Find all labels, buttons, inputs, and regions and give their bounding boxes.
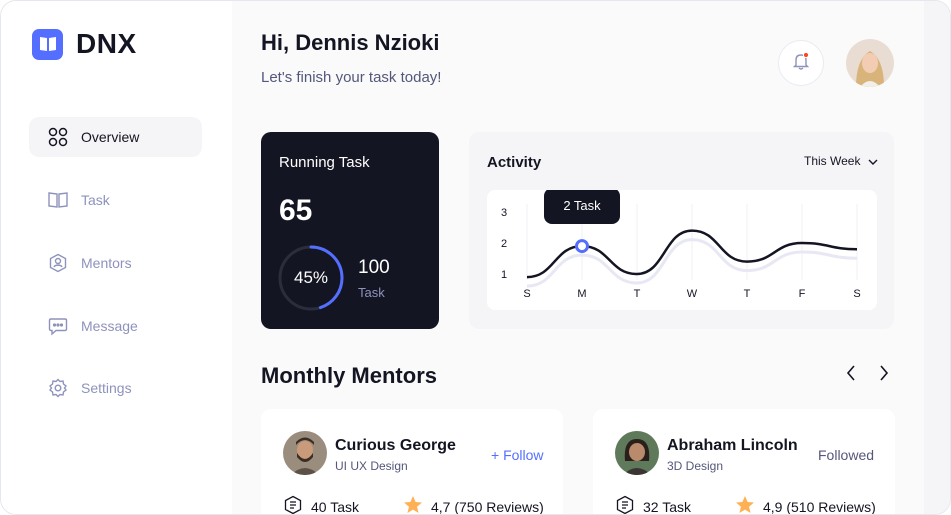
sidebar-item-label: Task xyxy=(81,192,110,208)
settings-icon xyxy=(47,377,69,399)
sidebar-item-label: Message xyxy=(81,318,138,334)
bell-icon xyxy=(791,51,811,76)
mentors-icon xyxy=(47,252,69,274)
mentor-name: Abraham Lincoln xyxy=(667,437,798,454)
y-tick-label: 3 xyxy=(501,207,507,219)
mentor-rating: 4,9 (510 Reviews) xyxy=(735,495,876,515)
x-tick-label: S xyxy=(853,288,860,300)
mentor-avatar xyxy=(283,431,327,475)
activity-card: Activity This Week 1 2 3 S M T W T F S 2 Task xyxy=(469,132,894,329)
greeting: Hi, Dennis Nzioki xyxy=(261,30,440,55)
y-tick-label: 1 xyxy=(501,269,507,281)
sidebar: DNX Overview Task Mentors Message Settin… xyxy=(1,1,232,514)
mentor-rating-text: 4,9 (510 Reviews) xyxy=(763,498,876,515)
mentor-rating: 4,7 (750 Reviews) xyxy=(403,495,544,515)
progress-percent: 45% xyxy=(293,268,329,287)
mentor-role: UI UX Design xyxy=(335,459,408,473)
sidebar-item-overview[interactable]: Overview xyxy=(29,117,202,157)
chevron-right-icon xyxy=(879,364,889,386)
total-task-label: Task xyxy=(358,285,385,300)
running-task-label: Running Task xyxy=(279,154,370,171)
period-dropdown[interactable]: This Week xyxy=(804,154,878,168)
star-icon xyxy=(403,495,423,514)
mentor-card[interactable]: Curious George UI UX Design + Follow 40 … xyxy=(261,409,563,515)
right-panel xyxy=(924,1,950,514)
sidebar-item-message[interactable]: Message xyxy=(29,306,202,346)
mentor-task-count: 32 Task xyxy=(643,498,691,515)
x-tick-label: T xyxy=(744,288,751,300)
task-icon xyxy=(615,495,635,514)
chevron-left-icon xyxy=(846,364,856,386)
star-icon xyxy=(735,495,755,514)
app-window: DNX Overview Task Mentors Message Settin… xyxy=(0,0,951,515)
followed-button[interactable]: Followed xyxy=(818,447,874,463)
running-task-count: 65 xyxy=(279,194,313,227)
sidebar-item-label: Mentors xyxy=(81,255,132,271)
user-avatar[interactable] xyxy=(846,39,894,87)
mentor-avatar xyxy=(615,431,659,475)
highlight-point xyxy=(575,239,589,254)
tooltip-label: 2 Task xyxy=(563,198,601,213)
follow-button[interactable]: + Follow xyxy=(491,447,544,463)
activity-title: Activity xyxy=(487,154,542,171)
mentor-task-stat: 32 Task xyxy=(615,495,691,515)
mentor-card[interactable]: Abraham Lincoln 3D Design Followed 32 Ta… xyxy=(593,409,895,515)
task-icon xyxy=(283,495,303,514)
sidebar-item-task[interactable]: Task xyxy=(29,180,202,220)
mentor-name: Curious George xyxy=(335,437,456,454)
mentor-task-count: 40 Task xyxy=(311,498,359,515)
book-icon xyxy=(47,189,69,211)
logo-book-icon xyxy=(32,28,63,60)
mentor-role: 3D Design xyxy=(667,459,724,473)
sidebar-item-label: Overview xyxy=(81,129,140,145)
mentor-task-stat: 40 Task xyxy=(283,495,359,515)
x-tick-label: F xyxy=(799,288,806,300)
sidebar-item-settings[interactable]: Settings xyxy=(29,368,202,408)
logo[interactable]: DNX xyxy=(32,28,137,60)
x-tick-label: T xyxy=(634,288,641,300)
period-label: This Week xyxy=(804,154,861,168)
chevron-down-icon xyxy=(868,154,878,168)
sidebar-item-label: Settings xyxy=(81,380,132,396)
running-task-card: Running Task 65 45% 100 Task xyxy=(261,132,439,329)
brand-name: DNX xyxy=(76,28,137,59)
overview-icon xyxy=(47,126,69,148)
x-tick-label: S xyxy=(523,288,530,300)
total-task-count: 100 xyxy=(358,257,390,278)
mentors-title: Monthly Mentors xyxy=(261,363,437,388)
message-icon xyxy=(47,315,69,337)
activity-chart: 1 2 3 S M T W T F S 2 Task xyxy=(487,190,877,310)
notification-button[interactable] xyxy=(778,40,824,86)
activity-chart-svg: 1 2 3 S M T W T F S 2 Task xyxy=(501,190,861,300)
sidebar-item-mentors[interactable]: Mentors xyxy=(29,243,202,283)
greeting-subtitle: Let's finish your task today! xyxy=(261,69,442,86)
mentor-rating-text: 4,7 (750 Reviews) xyxy=(431,498,544,515)
x-tick-label: W xyxy=(687,288,698,300)
x-tick-label: M xyxy=(577,288,586,300)
next-button[interactable] xyxy=(872,362,896,388)
prev-button[interactable] xyxy=(839,362,863,388)
main-content: Hi, Dennis Nzioki Let's finish your task… xyxy=(232,1,924,515)
y-tick-label: 2 xyxy=(501,238,507,250)
